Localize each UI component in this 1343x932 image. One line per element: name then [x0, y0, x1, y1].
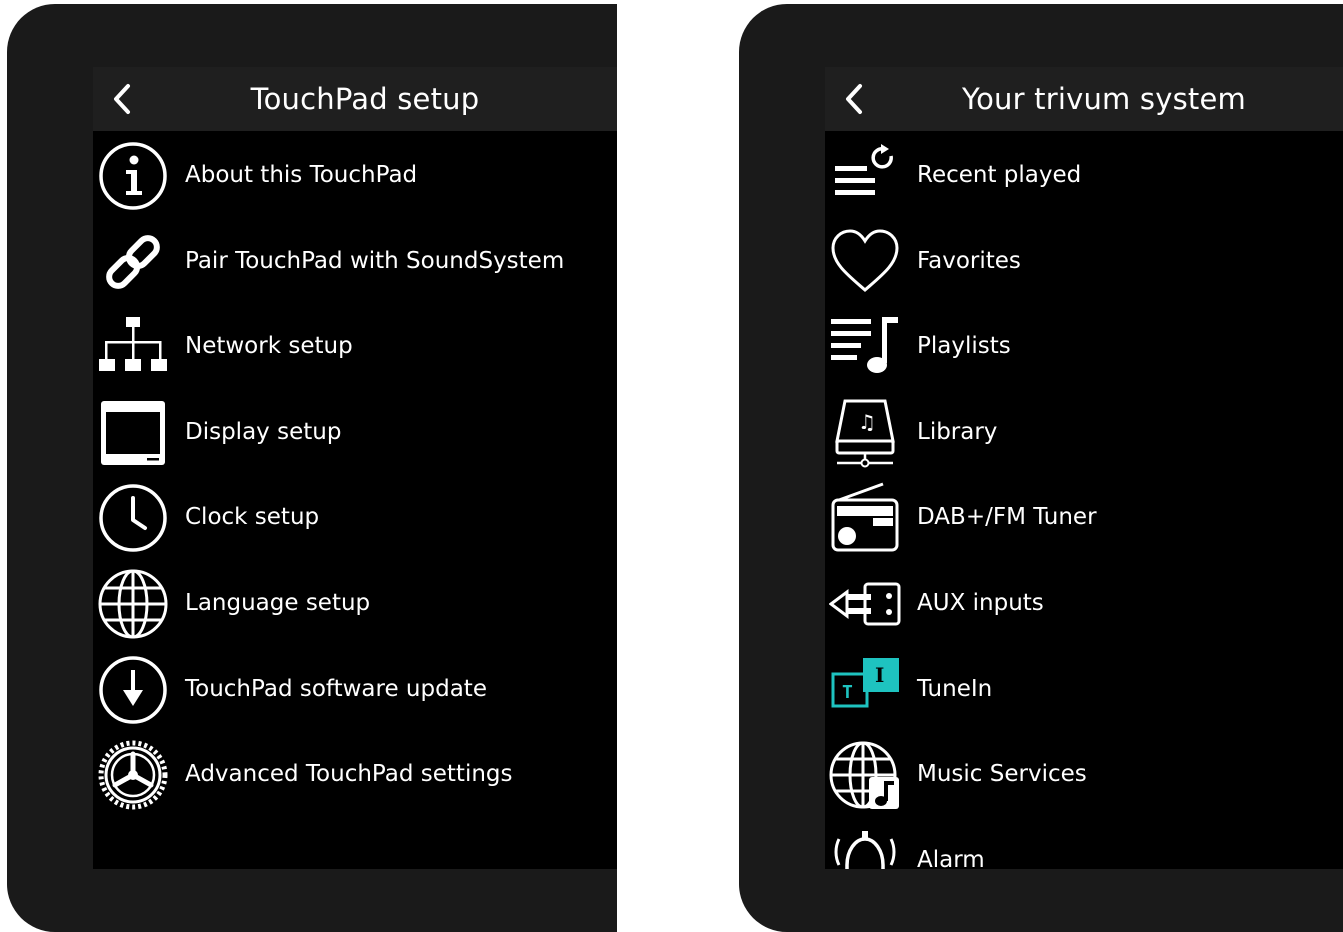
menu-item-software-update[interactable]: TouchPad software update: [93, 647, 617, 733]
menu-item-music-services[interactable]: Music Services: [825, 732, 1343, 818]
trivum-system-screen: Your trivum system Recent played Favorit…: [825, 67, 1343, 869]
clock-icon: [97, 482, 169, 554]
header-bar: TouchPad setup: [93, 67, 617, 131]
menu-item-pair[interactable]: Pair TouchPad with SoundSystem: [93, 219, 617, 305]
touchpad-setup-screen: TouchPad setup About this TouchPad Pair …: [93, 67, 617, 869]
menu-item-label: AUX inputs: [917, 589, 1044, 616]
link-icon: [97, 226, 169, 298]
menu-item-label: Favorites: [917, 247, 1021, 274]
system-menu: Recent played Favorites Playlists ♫ Libr…: [825, 133, 1343, 869]
menu-item-tuner[interactable]: DAB+/FM Tuner: [825, 475, 1343, 561]
menu-item-label: Clock setup: [185, 504, 320, 531]
music-services-icon: [829, 739, 901, 811]
menu-item-library[interactable]: ♫ Library: [825, 390, 1343, 476]
header-bar: Your trivum system: [825, 67, 1343, 131]
info-icon: [97, 140, 169, 212]
menu-item-label: Display setup: [185, 418, 342, 445]
menu-item-label: TouchPad software update: [185, 675, 487, 702]
menu-item-recent[interactable]: Recent played: [825, 133, 1343, 219]
menu-item-playlists[interactable]: Playlists: [825, 304, 1343, 390]
page-title: Your trivum system: [962, 82, 1246, 116]
menu-item-label: DAB+/FM Tuner: [917, 504, 1097, 531]
recent-icon: [829, 140, 901, 212]
menu-item-network[interactable]: Network setup: [93, 304, 617, 390]
library-icon: ♫: [829, 397, 901, 469]
svg-text:T: T: [842, 682, 853, 703]
menu-item-alarm[interactable]: Alarm: [825, 818, 1343, 869]
menu-item-label: Pair TouchPad with SoundSystem: [185, 247, 565, 274]
menu-item-about[interactable]: About this TouchPad: [93, 133, 617, 219]
menu-item-tunein[interactable]: I T TuneIn: [825, 647, 1343, 733]
trivum-system-device: Your trivum system Recent played Favorit…: [739, 4, 1343, 932]
tunein-icon: I T: [829, 654, 901, 726]
menu-item-label: TuneIn: [917, 675, 993, 702]
menu-item-language[interactable]: Language setup: [93, 561, 617, 647]
gear-icon: [97, 739, 169, 811]
menu-item-advanced[interactable]: Advanced TouchPad settings: [93, 732, 617, 818]
menu-item-favorites[interactable]: Favorites: [825, 219, 1343, 305]
svg-text:♫: ♫: [858, 410, 876, 434]
svg-text:I: I: [875, 663, 884, 687]
touchpad-setup-device: TouchPad setup About this TouchPad Pair …: [7, 4, 617, 932]
menu-item-aux[interactable]: AUX inputs: [825, 561, 1343, 647]
playlist-icon: [829, 311, 901, 383]
menu-item-label: Music Services: [917, 761, 1087, 788]
setup-menu: About this TouchPad Pair TouchPad with S…: [93, 133, 617, 818]
alarm-icon: [829, 825, 901, 869]
menu-item-label: Alarm: [917, 846, 985, 869]
aux-icon: [829, 568, 901, 640]
heart-icon: [829, 226, 901, 298]
globe-icon: [97, 568, 169, 640]
page-title: TouchPad setup: [250, 82, 480, 116]
menu-item-label: About this TouchPad: [185, 162, 418, 188]
network-icon: [97, 311, 169, 383]
menu-item-label: Recent played: [917, 162, 1082, 188]
menu-item-display[interactable]: Display setup: [93, 390, 617, 476]
menu-item-label: Library: [917, 418, 998, 445]
download-icon: [97, 654, 169, 726]
display-icon: [97, 397, 169, 469]
menu-item-clock[interactable]: Clock setup: [93, 475, 617, 561]
radio-icon: [829, 482, 901, 554]
menu-item-label: Playlists: [917, 333, 1011, 360]
menu-item-label: Network setup: [185, 333, 353, 360]
menu-item-label: Advanced TouchPad settings: [185, 761, 513, 788]
menu-item-label: Language setup: [185, 589, 371, 616]
